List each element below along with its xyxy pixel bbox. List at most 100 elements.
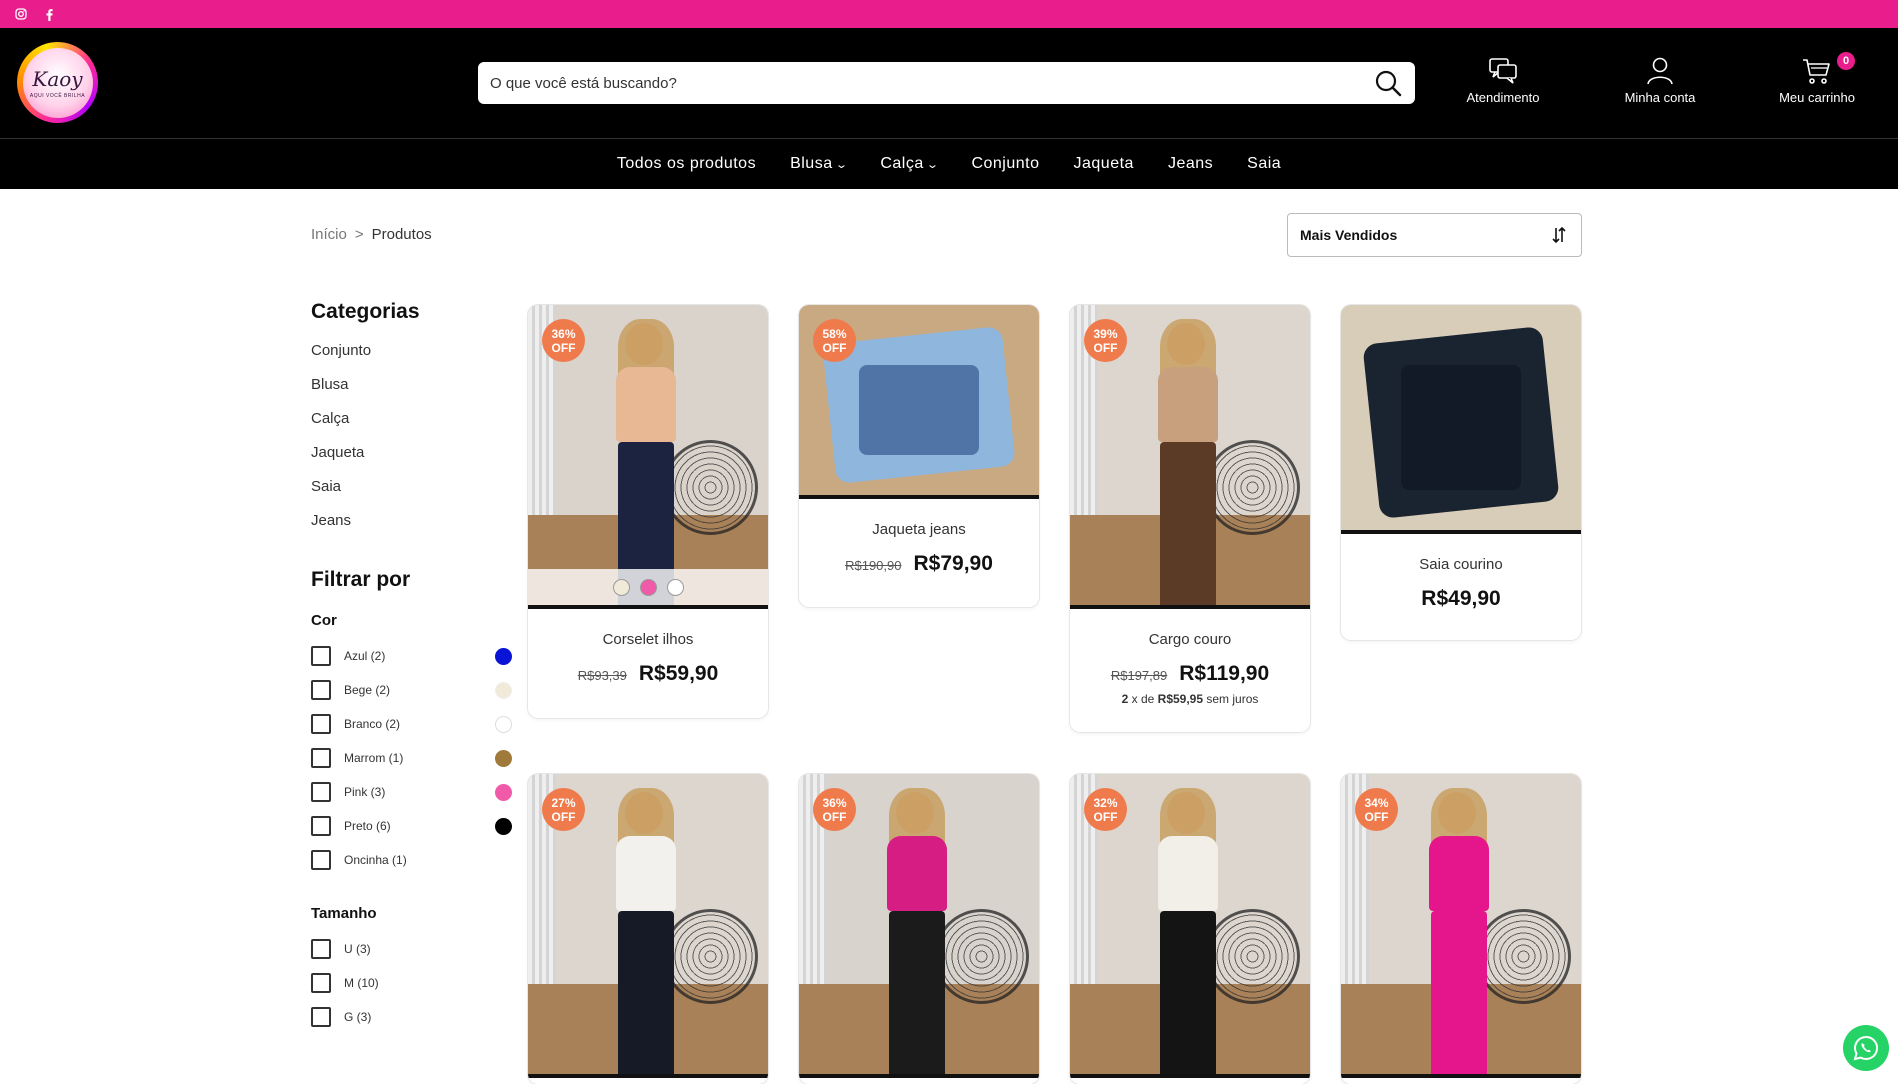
product-name[interactable]: Corselet ilhos: [528, 631, 768, 648]
search-icon[interactable]: [1373, 68, 1403, 98]
color-swatch[interactable]: [495, 647, 512, 665]
price-row: R$49,90: [1341, 587, 1581, 611]
product-image[interactable]: 36% OFF: [528, 305, 768, 609]
nav-label: Calça: [880, 155, 924, 172]
support-link[interactable]: Atendimento: [1443, 56, 1563, 105]
product-image[interactable]: [1341, 305, 1581, 534]
color-filter-row[interactable]: Pink (3): [311, 775, 516, 809]
size-filter-row[interactable]: G (3): [311, 1000, 516, 1034]
old-price: R$190,90: [845, 558, 902, 573]
support-label: Atendimento: [1466, 90, 1540, 105]
breadcrumb-home[interactable]: Início: [311, 226, 347, 243]
category-item[interactable]: Calça: [311, 408, 516, 442]
product-name[interactable]: Saia courino: [1341, 556, 1581, 573]
product-name[interactable]: Jaqueta jeans: [799, 521, 1039, 538]
breadcrumb: Início > Produtos: [311, 226, 432, 243]
color-filter-label: Preto (6): [344, 819, 391, 833]
nav-item-jeans[interactable]: Jeans: [1168, 155, 1213, 173]
checkbox[interactable]: [311, 714, 331, 734]
product-name[interactable]: Cargo couro: [1070, 631, 1310, 648]
brand-logo[interactable]: Kaoy AQUI VOCÊ BRILHA: [17, 42, 98, 123]
chat-icon: [1489, 58, 1517, 84]
color-filter-label: Marrom (1): [344, 751, 404, 765]
nav-label: Jeans: [1167, 155, 1214, 172]
old-price: R$93,39: [577, 668, 627, 683]
size-filter-row[interactable]: M (10): [311, 966, 516, 1000]
nav-item-all-products[interactable]: Todos os produtos: [617, 155, 756, 173]
discount-badge: 34% OFF: [1355, 788, 1398, 831]
product-card[interactable]: 36% OFF Corselet ilhos R$93,39 R$59,90: [528, 305, 768, 718]
color-swatch[interactable]: [639, 578, 657, 596]
color-filter-row[interactable]: Bege (2): [311, 673, 516, 707]
color-swatch[interactable]: [495, 749, 512, 767]
color-filter-row[interactable]: Marrom (1): [311, 741, 516, 775]
checkbox[interactable]: [311, 850, 331, 870]
discount-badge: 27% OFF: [542, 788, 585, 831]
cart-count-badge: 0: [1837, 52, 1855, 70]
product-card[interactable]: 36% OFF: [799, 774, 1039, 1084]
chevron-down-icon: ⌄: [925, 158, 940, 171]
checkbox[interactable]: [311, 1007, 331, 1027]
product-card[interactable]: Saia courino R$49,90: [1341, 305, 1581, 640]
product-image[interactable]: 39% OFF: [1070, 305, 1310, 609]
product-card[interactable]: 39% OFF Cargo couro R$197,89 R$119,90 2 x…: [1070, 305, 1310, 732]
color-filter-label: Oncinha (1): [344, 853, 407, 867]
category-item[interactable]: Jaqueta: [311, 442, 516, 476]
color-swatch[interactable]: [495, 783, 512, 801]
whatsapp-icon[interactable]: [1843, 1025, 1889, 1071]
color-swatch[interactable]: [612, 578, 630, 596]
nav-item-saia[interactable]: Saia: [1247, 155, 1281, 173]
product-card[interactable]: 32% OFF: [1070, 774, 1310, 1084]
color-swatch[interactable]: [666, 578, 684, 596]
checkbox[interactable]: [311, 748, 331, 768]
nav-label: Conjunto: [971, 155, 1040, 172]
nav-item-jaqueta[interactable]: Jaqueta: [1074, 155, 1134, 173]
checkbox[interactable]: [311, 646, 331, 666]
nav-item-conjunto[interactable]: Conjunto: [971, 155, 1039, 173]
product-card[interactable]: 58% OFF Jaqueta jeans R$190,90 R$79,90: [799, 305, 1039, 607]
checkbox[interactable]: [311, 816, 331, 836]
checkbox[interactable]: [311, 973, 331, 993]
discount-badge-text: 27% OFF: [551, 795, 576, 824]
product-image[interactable]: 36% OFF: [799, 774, 1039, 1078]
category-item[interactable]: Saia: [311, 476, 516, 510]
categories-title: Categorias: [311, 300, 420, 323]
color-swatch[interactable]: [495, 715, 512, 733]
category-item[interactable]: Blusa: [311, 374, 516, 408]
product-image[interactable]: 32% OFF: [1070, 774, 1310, 1078]
cart-link[interactable]: Meu carrinho 0: [1757, 52, 1877, 105]
size-filter-row[interactable]: U (3): [311, 932, 516, 966]
checkbox[interactable]: [311, 680, 331, 700]
sort-select[interactable]: Mais Vendidos: [1287, 213, 1582, 257]
color-filter-label: Bege (2): [344, 683, 391, 697]
current-price: R$79,90: [913, 552, 993, 575]
checkbox[interactable]: [311, 782, 331, 802]
discount-badge-text: 34% OFF: [1364, 795, 1389, 824]
category-item[interactable]: Jeans: [311, 510, 516, 544]
color-swatch[interactable]: [495, 681, 512, 699]
color-filter-row[interactable]: Oncinha (1): [311, 843, 516, 877]
nav-item-calca[interactable]: Calça ⌄: [880, 155, 940, 173]
product-image[interactable]: 27% OFF: [528, 774, 768, 1078]
facebook-icon[interactable]: [42, 7, 56, 21]
instagram-icon[interactable]: [14, 7, 28, 21]
color-filter-row[interactable]: Azul (2): [311, 639, 516, 673]
product-image[interactable]: 58% OFF: [799, 305, 1039, 499]
nav-label: Jaqueta: [1073, 155, 1134, 172]
sidebar: Categorias Conjunto Blusa Calça Jaqueta …: [311, 300, 516, 1034]
product-card[interactable]: 34% OFF: [1341, 774, 1581, 1084]
account-link[interactable]: Minha conta: [1600, 56, 1720, 105]
color-swatch[interactable]: [495, 817, 512, 835]
product-image[interactable]: 34% OFF: [1341, 774, 1581, 1078]
nav-item-blusa[interactable]: Blusa ⌄: [790, 155, 848, 173]
price-row: R$197,89 R$119,90: [1070, 662, 1310, 686]
color-filter-label: Azul (2): [344, 649, 386, 663]
search-input[interactable]: [490, 74, 1373, 92]
color-filter-row[interactable]: Preto (6): [311, 809, 516, 843]
product-card[interactable]: 27% OFF: [528, 774, 768, 1084]
filter-title: Filtrar por: [311, 568, 411, 591]
category-item[interactable]: Conjunto: [311, 340, 516, 374]
discount-badge: 39% OFF: [1084, 319, 1127, 362]
checkbox[interactable]: [311, 939, 331, 959]
color-filter-row[interactable]: Branco (2): [311, 707, 516, 741]
